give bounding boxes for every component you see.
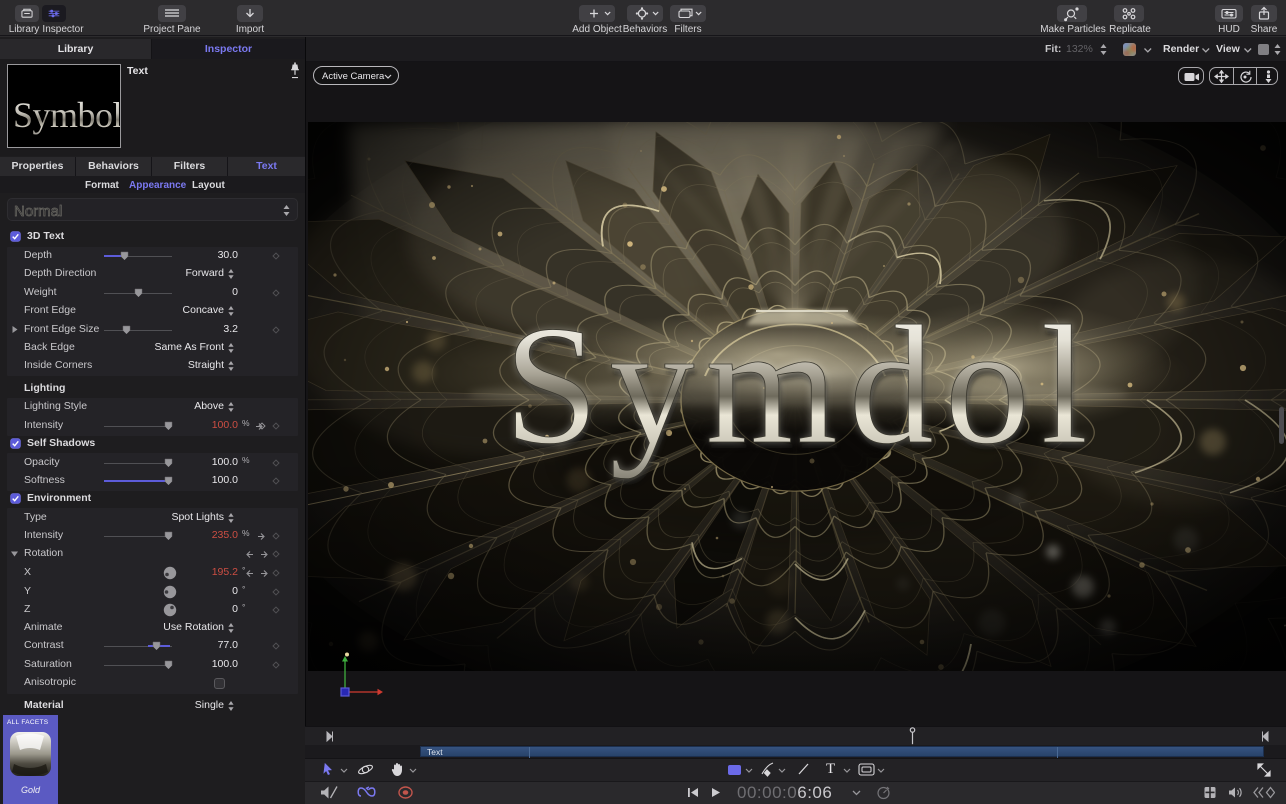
svg-text:Symbol: Symbol	[13, 95, 120, 135]
svg-text:Normal: Normal	[14, 203, 62, 220]
